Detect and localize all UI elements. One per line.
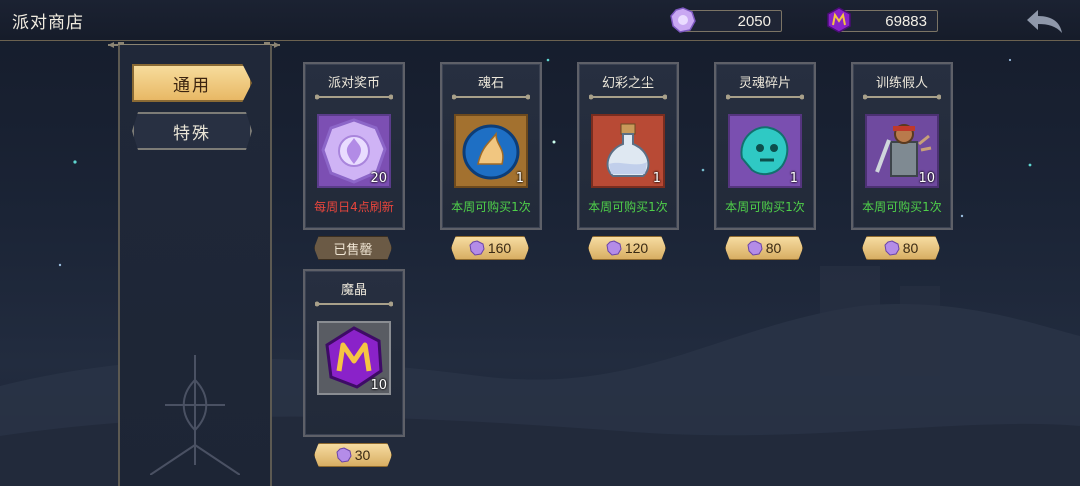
item-quantity: 1 xyxy=(789,171,798,186)
shop-item-soul-stone[interactable]: 魂石 1 本周可购买1次 xyxy=(440,62,542,230)
item-note: 本周可购买1次 xyxy=(725,200,805,214)
price-value: 30 xyxy=(354,447,371,463)
magic-crystal-counter: 69883 xyxy=(826,7,938,33)
price-value: 80 xyxy=(902,240,919,256)
buy-price-button[interactable]: 160 xyxy=(451,236,529,260)
item-icon-frame: 1 xyxy=(728,114,802,188)
party-coin-icon xyxy=(606,240,622,256)
divider xyxy=(315,301,393,307)
top-bar: 派对商店 2050 69883 xyxy=(0,0,1080,41)
party-coin-icon xyxy=(336,447,352,463)
shop-item-magic-crystal[interactable]: 魔晶 10 xyxy=(303,269,405,437)
tab-general[interactable]: 通用 xyxy=(132,64,252,102)
back-arrow-icon[interactable] xyxy=(1024,6,1064,36)
page-title: 派对商店 xyxy=(12,13,84,33)
item-quantity: 10 xyxy=(918,171,935,186)
party-coin-icon xyxy=(469,240,485,256)
tab-special-label: 特殊 xyxy=(173,123,211,144)
divider xyxy=(863,94,941,100)
item-icon-frame: 1 xyxy=(591,114,665,188)
category-panel xyxy=(118,45,272,486)
shop-item-rainbow-dust[interactable]: 幻彩之尘 1 本周可购买1次 xyxy=(577,62,679,230)
item-icon-frame: 10 xyxy=(317,321,391,395)
divider xyxy=(589,94,667,100)
party-coin-icon xyxy=(884,240,900,256)
party-coin-value: 2050 xyxy=(737,13,771,30)
shop-item-spirit-fragment[interactable]: 灵魂碎片 1 本周可购买1次 xyxy=(714,62,816,230)
party-coin-icon xyxy=(747,240,763,256)
shop-item-training-dummy[interactable]: 训练假人 10 本周可购买1次 xyxy=(851,62,953,230)
magic-crystal-value: 69883 xyxy=(885,13,927,30)
tab-general-label: 通用 xyxy=(173,75,211,96)
buy-price-button[interactable]: 80 xyxy=(725,236,803,260)
item-quantity: 10 xyxy=(370,378,387,393)
item-quantity: 1 xyxy=(515,171,524,186)
price-value: 160 xyxy=(487,240,512,256)
price-value: 80 xyxy=(765,240,782,256)
item-note: 每周日4点刷新 xyxy=(314,200,394,214)
item-name: 幻彩之尘 xyxy=(601,76,654,91)
item-note: 本周可购买1次 xyxy=(862,200,942,214)
item-name: 灵魂碎片 xyxy=(738,76,791,91)
ornament-emblem xyxy=(150,355,240,475)
party-coin-icon xyxy=(670,7,696,33)
buy-price-button[interactable]: 80 xyxy=(862,236,940,260)
item-name: 魂石 xyxy=(477,76,504,91)
party-coin-bar: 2050 xyxy=(684,10,782,32)
buy-price-button[interactable]: 120 xyxy=(588,236,666,260)
item-note: 本周可购买1次 xyxy=(451,200,531,214)
item-icon-frame: 10 xyxy=(865,114,939,188)
magic-crystal-icon xyxy=(827,7,851,33)
magic-crystal-bar: 69883 xyxy=(840,10,938,32)
item-name: 训练假人 xyxy=(875,76,928,91)
item-icon-frame: 1 xyxy=(454,114,528,188)
item-icon-frame: 20 xyxy=(317,114,391,188)
item-note: 本周可购买1次 xyxy=(588,200,668,214)
item-name: 魔晶 xyxy=(340,283,367,298)
item-quantity: 1 xyxy=(652,171,661,186)
sold-out-label: 已售罄 xyxy=(333,242,373,258)
sold-out-badge: 已售罄 xyxy=(314,236,392,260)
tab-special[interactable]: 特殊 xyxy=(132,112,252,150)
shop-item-party-coin[interactable]: 派对奖币 20 每周日4点刷新 xyxy=(303,62,405,230)
divider xyxy=(315,94,393,100)
item-name: 派对奖币 xyxy=(327,76,380,91)
buy-price-button[interactable]: 30 xyxy=(314,443,392,467)
price-value: 120 xyxy=(624,240,649,256)
party-coin-counter: 2050 xyxy=(670,7,782,33)
divider xyxy=(452,94,530,100)
divider xyxy=(726,94,804,100)
item-quantity: 20 xyxy=(370,171,387,186)
